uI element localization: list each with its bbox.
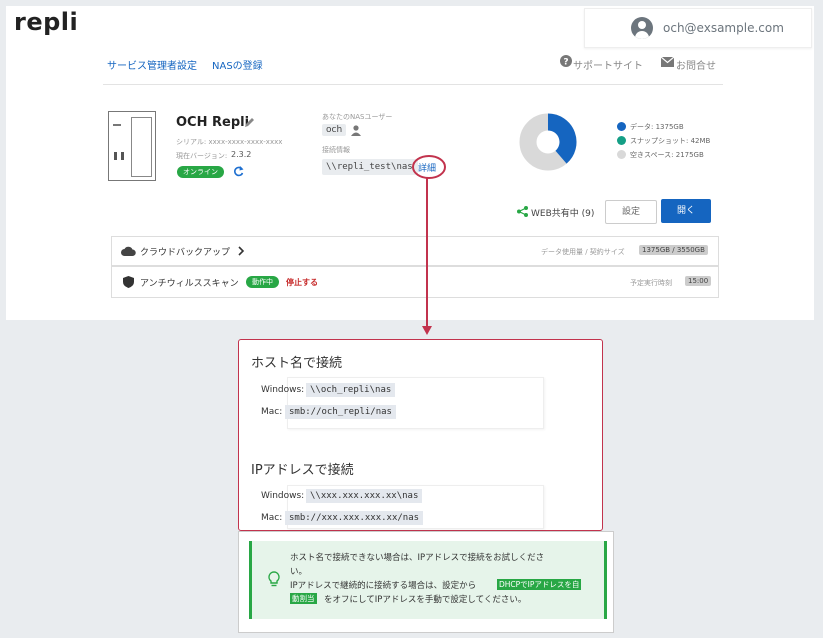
user-email: och@exsample.com	[663, 21, 784, 35]
antivirus-row: アンチウィルススキャン 動作中 停止する 予定実行時刻 15:00	[111, 266, 719, 298]
notice-line-2: い。	[290, 567, 308, 577]
svg-text:?: ?	[563, 58, 568, 68]
settings-button[interactable]: 設定	[605, 200, 657, 224]
legend-data-icon	[617, 122, 626, 131]
nas-user-label: あなたのNASユーザー	[322, 113, 393, 121]
callout-arrow	[422, 178, 432, 335]
connection-info-label: 接続情報	[322, 146, 350, 154]
notice-line-3: IPアドレスで継続的に接続する場合は、設定から	[290, 581, 477, 591]
host-mac-label: Mac:	[261, 407, 283, 417]
serial-number: シリアル: xxxx-xxxx-xxxx-xxxx	[176, 138, 283, 146]
notice-line-4: をオフにしてIPアドレスを手動で設定してください。	[324, 595, 527, 605]
host-windows-path: \\och_repli\nas	[306, 383, 396, 397]
ip-connect-title: IPアドレスで接続	[251, 463, 354, 478]
repli-logo: repli	[14, 8, 79, 36]
schedule-label: 予定実行時刻	[630, 279, 672, 287]
legend-data: データ: 1375GB	[630, 123, 684, 131]
pencil-icon[interactable]	[244, 117, 255, 128]
host-mac-path: smb://och_repli/nas	[285, 405, 396, 419]
stop-scan-link[interactable]: 停止する	[286, 277, 318, 288]
open-button[interactable]: 開く	[661, 199, 711, 223]
cloud-icon	[121, 246, 136, 256]
schedule-time: 15:00	[685, 276, 712, 286]
service-admin-link[interactable]: サービス管理者設定	[107, 57, 197, 72]
ip-mac-label: Mac:	[261, 513, 283, 523]
device-image	[108, 111, 156, 181]
chevron-right-icon	[238, 246, 245, 256]
nas-user: och	[322, 124, 347, 136]
user-settings-icon	[351, 125, 361, 136]
nas-register-link[interactable]: NASの登録	[212, 57, 263, 72]
contact-link[interactable]: お問合せ	[676, 57, 716, 72]
ip-windows-path: \\xxx.xxx.xxx.xx\nas	[306, 489, 423, 503]
refresh-icon[interactable]	[233, 166, 244, 177]
highlight-circle	[412, 155, 446, 179]
status-badge: オンライン	[177, 166, 224, 178]
lightbulb-icon	[268, 571, 280, 587]
device-name: OCH Repli	[176, 115, 250, 130]
share-icon	[517, 206, 528, 217]
notice-line-1: ホスト名で接続できない場合は、IPアドレスで接続をお試しくださ	[290, 553, 545, 563]
connection-path: \\repli_test\nas	[322, 159, 418, 175]
antivirus-status-badge: 動作中	[246, 276, 279, 288]
connection-detail-card: ホスト名で接続 Windows: \\och_repli\nas Mac: sm…	[238, 339, 603, 531]
notice-box: ホスト名で接続できない場合は、IPアドレスで接続をお試しくださ い。 IPアドレ…	[249, 541, 607, 619]
dhcp-setting-highlight: DHCPでIPアドレスを自	[497, 579, 582, 590]
web-share-status[interactable]: WEB共有中 (9)	[531, 206, 594, 219]
avatar-icon	[631, 17, 653, 39]
user-menu[interactable]: och@exsample.com	[584, 8, 812, 48]
cloud-backup-row[interactable]: クラウドバックアップ データ使用量 / 契約サイズ 1375GB / 3550G…	[111, 236, 719, 266]
host-connect-title: ホスト名で接続	[251, 356, 343, 371]
cloud-usage-value: 1375GB / 3550GB	[639, 245, 708, 255]
dhcp-setting-highlight-2: 動割当	[290, 593, 317, 604]
header-divider	[103, 84, 723, 85]
support-site-link[interactable]: サポートサイト	[573, 57, 643, 72]
donut-data-segment	[547, 113, 577, 164]
storage-donut-chart	[519, 113, 577, 171]
legend-snapshot: スナップショット: 42MB	[630, 137, 711, 145]
help-circle-icon: ?	[560, 55, 572, 67]
version-value: 2.3.2	[231, 150, 252, 159]
cloud-backup-label: クラウドバックアップ	[140, 248, 231, 258]
mail-icon	[661, 57, 674, 67]
antivirus-label: アンチウィルススキャン	[140, 279, 239, 289]
version-label: 現在バージョン:	[176, 152, 228, 160]
legend-free-icon	[617, 150, 626, 159]
shield-icon	[123, 276, 134, 288]
host-windows-label: Windows:	[261, 385, 305, 395]
ip-mac-path: smb://xxx.xxx.xxx.xx/nas	[285, 511, 424, 525]
ip-windows-label: Windows:	[261, 491, 305, 501]
cloud-usage-label: データ使用量 / 契約サイズ	[541, 248, 625, 256]
legend-snapshot-icon	[617, 136, 626, 145]
legend-free: 空きスペース: 2175GB	[630, 151, 704, 159]
